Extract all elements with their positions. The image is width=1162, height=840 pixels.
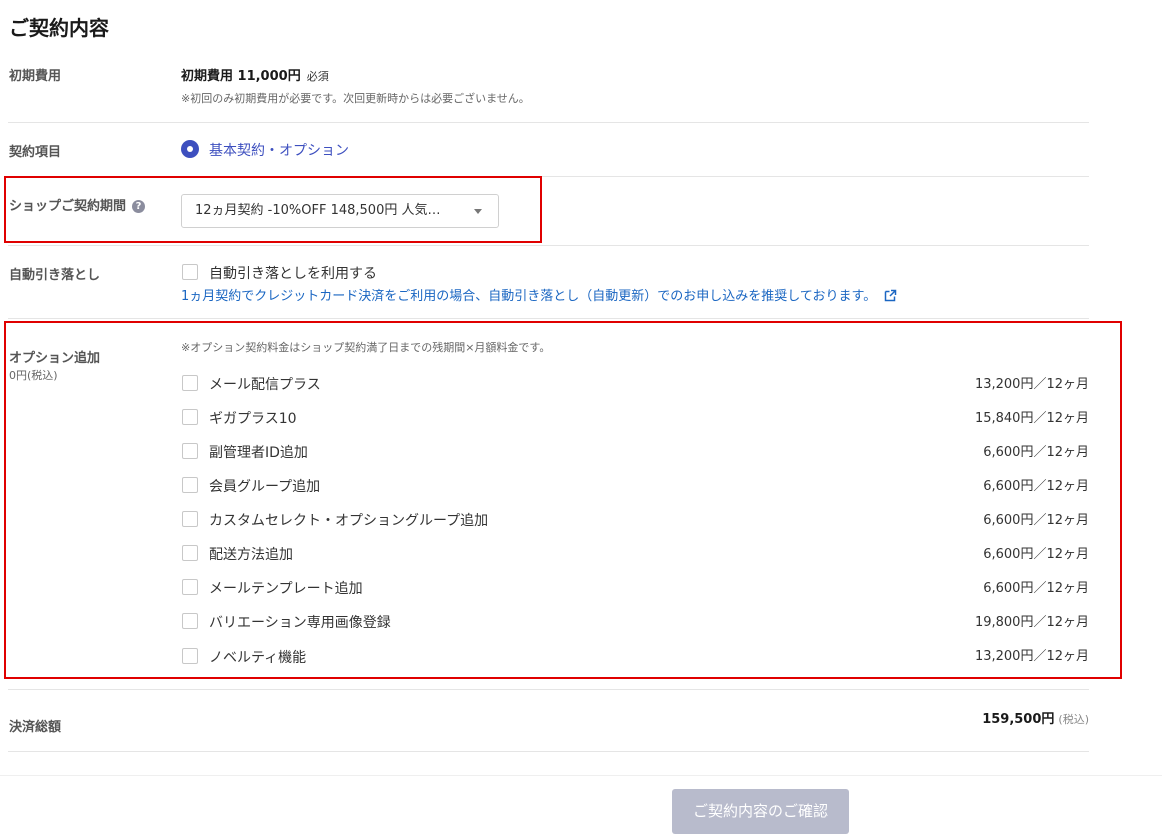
contract-item-label: 契約項目 bbox=[9, 145, 62, 160]
auto-debit-link-text: 1ヵ月契約でクレジットカード決済をご利用の場合、自動引き落とし（自動更新）でのお… bbox=[181, 289, 877, 304]
auto-debit-checkbox-label[interactable]: 自動引き落としを利用する bbox=[209, 263, 377, 283]
footer-bar bbox=[0, 775, 1162, 840]
initial-fee-label: 初期費用 bbox=[9, 69, 62, 84]
radio-dot-icon bbox=[187, 146, 193, 152]
initial-fee-amount: 初期費用 11,000円 bbox=[181, 69, 301, 84]
external-link-icon bbox=[884, 289, 897, 302]
initial-fee-note: ※初回のみ初期費用が必要です。次回更新時からは必要ございません。 bbox=[181, 92, 530, 105]
divider bbox=[8, 122, 1089, 123]
required-badge: 必須 bbox=[306, 70, 329, 83]
total-amount: 159,500円 bbox=[982, 712, 1055, 727]
confirm-button[interactable]: ご契約内容のご確認 bbox=[672, 789, 849, 834]
total-label: 決済総額 bbox=[9, 720, 62, 735]
initial-fee-value: 初期費用 11,000円 必須 bbox=[181, 65, 329, 84]
contract-item-radio[interactable] bbox=[181, 140, 199, 158]
total-value: 159,500円 (税込) bbox=[982, 708, 1089, 727]
total-tax: (税込) bbox=[1058, 713, 1089, 726]
contract-item-radio-label[interactable]: 基本契約・オプション bbox=[209, 140, 349, 160]
highlight-box-contract-period bbox=[4, 176, 542, 243]
page-title: ご契約内容 bbox=[9, 16, 109, 40]
highlight-box-options bbox=[4, 321, 1122, 679]
auto-debit-checkbox[interactable] bbox=[182, 264, 198, 280]
auto-debit-label: 自動引き落とし bbox=[9, 268, 101, 283]
divider bbox=[8, 689, 1089, 690]
divider bbox=[8, 245, 1089, 246]
divider bbox=[8, 318, 1089, 319]
auto-debit-info-link[interactable]: 1ヵ月契約でクレジットカード決済をご利用の場合、自動引き落とし（自動更新）でのお… bbox=[181, 285, 897, 304]
divider bbox=[8, 751, 1089, 752]
